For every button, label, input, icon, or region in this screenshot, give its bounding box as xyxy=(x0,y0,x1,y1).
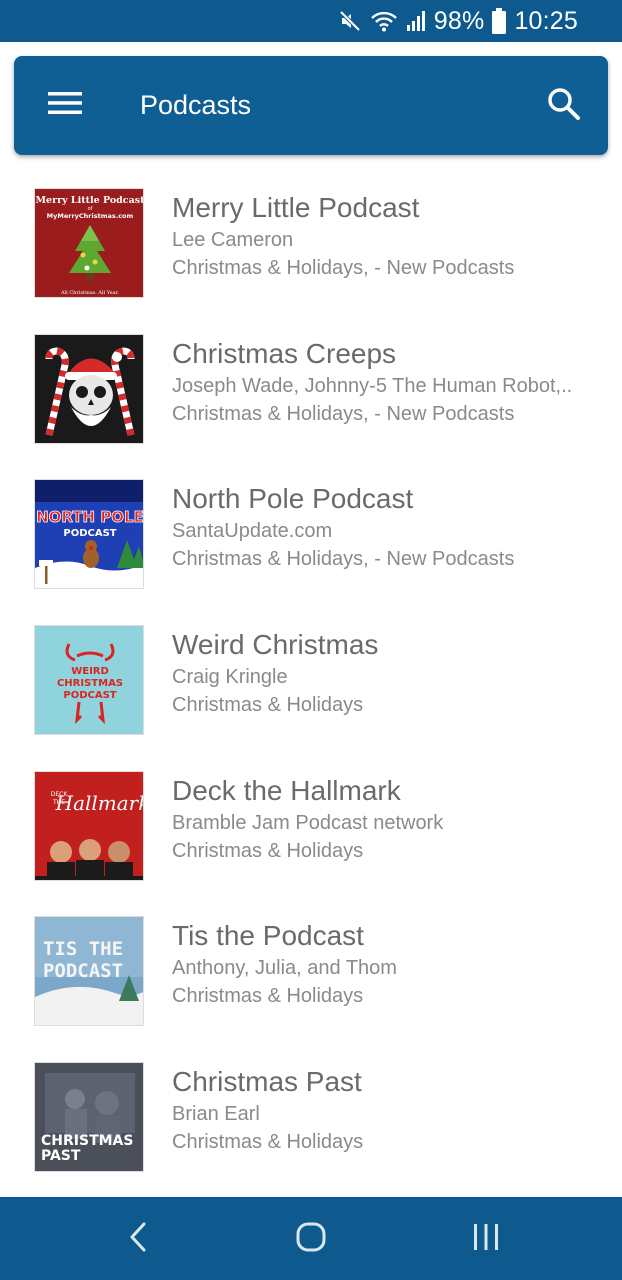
battery-icon xyxy=(492,8,507,34)
podcast-category: Christmas & Holidays xyxy=(172,1131,364,1154)
art-text: MyMerryChristmas.com xyxy=(47,212,134,220)
podcast-list: Merry Little Podcast of MyMerryChristmas… xyxy=(0,170,622,1190)
page-title: Podcasts xyxy=(140,90,252,120)
podcast-title: Merry Little Podcast xyxy=(172,192,420,223)
podcast-author: Joseph Wade, Johnny-5 The Human Robot,.. xyxy=(172,374,573,397)
podcast-category: Christmas & Holidays, - New Podcasts xyxy=(172,257,515,279)
art-text: All Christmas. All Year. xyxy=(60,290,120,296)
podcast-artwork: WEIRD CHRISTMAS PODCAST xyxy=(34,625,144,736)
podcast-info: Deck the Hallmark Bramble Jam Podcast ne… xyxy=(172,773,582,865)
art-text: CHRISTMAS xyxy=(41,1133,133,1149)
recents-icon xyxy=(471,1222,501,1257)
podcast-category: Christmas & Holidays xyxy=(172,694,364,717)
art-text: PODCAST xyxy=(43,960,123,982)
podcast-author: Bramble Jam Podcast network xyxy=(172,811,444,834)
art-text: Merry Little Podcast xyxy=(36,195,144,206)
art-text: WEIRD xyxy=(71,666,109,677)
podcast-category: Christmas & Holidays, - New Podcasts xyxy=(172,548,515,571)
podcast-list-item[interactable]: WEIRD CHRISTMAS PODCAST Weird Christmas … xyxy=(0,607,622,753)
podcast-list-item[interactable]: TIS THE PODCAST Tis the Podcast Anthony,… xyxy=(0,898,622,1044)
podcast-category: Christmas & Holidays xyxy=(172,839,364,862)
art-text: PODCAST xyxy=(63,690,116,701)
podcast-title: Christmas Creeps xyxy=(172,337,397,369)
podcast-info: Tis the Podcast Anthony, Julia, and Thom… xyxy=(172,918,582,1010)
podcast-list-item[interactable]: DECK THE Hallmark Deck the Hallmark Bram… xyxy=(0,753,622,899)
podcast-title: North Pole Podcast xyxy=(172,483,414,515)
signal-icon xyxy=(406,9,426,33)
podcast-author: SantaUpdate.com xyxy=(172,520,333,543)
podcast-title: Christmas Past xyxy=(172,1066,362,1098)
podcast-title: Weird Christmas xyxy=(172,629,379,661)
podcast-author: Anthony, Julia, and Thom xyxy=(172,957,397,980)
clock: 10:25 xyxy=(514,6,578,35)
system-nav-bar xyxy=(0,1197,622,1280)
art-text: PAST xyxy=(41,1148,81,1164)
podcast-info: Merry Little Podcast Lee Cameron Christm… xyxy=(172,190,582,282)
status-icons: 98% 10:25 xyxy=(338,0,578,42)
home-icon xyxy=(295,1221,327,1258)
art-text: CHRISTMAS xyxy=(57,678,123,689)
podcast-artwork: DECK THE Hallmark xyxy=(34,770,144,881)
podcast-artwork: Merry Little Podcast of MyMerryChristmas… xyxy=(34,188,144,298)
podcast-list-item[interactable]: Merry Little Podcast of MyMerryChristmas… xyxy=(0,170,622,316)
podcast-info: Weird Christmas Craig Kringle Christmas … xyxy=(172,627,582,719)
podcast-list-item[interactable]: CHRISTMAS PAST Christmas Past Brian Earl… xyxy=(0,1044,622,1190)
art-text: PODCAST xyxy=(63,528,116,539)
recents-button[interactable] xyxy=(456,1211,516,1267)
podcast-list-item[interactable]: Christmas Creeps Joseph Wade, Johnny-5 T… xyxy=(0,316,622,462)
art-text: TIS THE xyxy=(43,938,123,960)
podcast-info: North Pole Podcast SantaUpdate.com Chris… xyxy=(172,481,582,573)
back-icon xyxy=(128,1221,148,1258)
podcast-artwork: TIS THE PODCAST xyxy=(34,916,144,1027)
art-text: Hallmark xyxy=(55,791,144,815)
podcast-artwork xyxy=(34,333,144,444)
search-button[interactable] xyxy=(540,82,588,130)
mute-icon xyxy=(338,9,362,33)
podcast-author: Craig Kringle xyxy=(172,666,288,689)
hamburger-menu-button[interactable] xyxy=(40,80,90,130)
search-icon xyxy=(547,87,581,126)
podcast-category: Christmas & Holidays, - New Podcasts xyxy=(172,402,515,425)
podcast-info: Christmas Past Brian Earl Christmas & Ho… xyxy=(172,1064,582,1156)
art-text: NORTH POLE xyxy=(36,508,144,526)
podcast-list-item[interactable]: NORTH POLE PODCAST North Pole Podcast Sa… xyxy=(0,461,622,607)
podcast-category: Christmas & Holidays xyxy=(172,985,364,1008)
back-button[interactable] xyxy=(108,1211,168,1267)
wifi-icon xyxy=(370,9,398,33)
podcast-title: Deck the Hallmark xyxy=(172,774,401,806)
podcast-title: Tis the Podcast xyxy=(172,920,364,952)
podcast-author: Lee Cameron xyxy=(172,229,294,251)
podcast-info: Christmas Creeps Joseph Wade, Johnny-5 T… xyxy=(172,336,582,428)
podcast-author: Brian Earl xyxy=(172,1103,260,1126)
status-bar: 98% 10:25 xyxy=(0,0,622,42)
hamburger-menu-icon xyxy=(48,91,82,120)
podcast-artwork: CHRISTMAS PAST xyxy=(34,1062,144,1173)
battery-percent: 98% xyxy=(433,6,485,35)
home-button[interactable] xyxy=(281,1211,341,1267)
podcast-artwork: NORTH POLE PODCAST xyxy=(34,479,144,590)
app-bar: Podcasts xyxy=(14,56,608,155)
